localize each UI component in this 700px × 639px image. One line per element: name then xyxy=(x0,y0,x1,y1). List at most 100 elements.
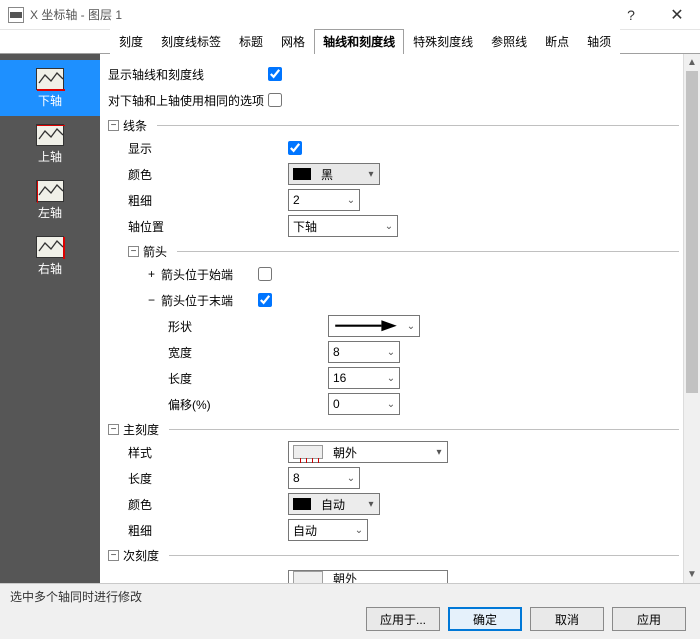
label-line-thickness: 粗细 xyxy=(128,192,288,209)
tab-line-ticks[interactable]: 轴线和刻度线 xyxy=(314,29,404,54)
label-arrow-length: 长度 xyxy=(168,370,328,387)
checkbox-show-axis-ticks[interactable] xyxy=(268,67,282,81)
scroll-thumb[interactable] xyxy=(686,71,698,393)
major-color-value: 自动 xyxy=(317,496,363,513)
label-arrow-end: 箭头位于末端 xyxy=(161,292,258,309)
axis-right-icon xyxy=(36,236,64,258)
vertical-scrollbar[interactable]: ▲ ▼ xyxy=(683,54,700,583)
label-major-thickness: 粗细 xyxy=(128,522,288,539)
label-arrow-offset: 偏移(%) xyxy=(168,396,328,413)
tab-reference-lines[interactable]: 参照线 xyxy=(482,29,536,54)
tab-title[interactable]: 标题 xyxy=(230,29,272,54)
content-panel: 显示轴线和刻度线 对下轴和上轴使用相同的选项 − 线条 显示 颜 xyxy=(100,54,683,583)
select-arrow-shape[interactable]: ⌄ xyxy=(328,315,420,337)
close-button[interactable]: ✕ xyxy=(654,0,700,30)
row-major-color: 颜色 自动 ▾ xyxy=(108,492,679,518)
window-title: X 坐标轴 - 图层 1 xyxy=(30,6,122,23)
select-arrow-width[interactable]: 8 ⌄ xyxy=(328,341,400,363)
sidebar-item-top-axis[interactable]: 上轴 xyxy=(0,116,100,172)
chevron-down-icon: ⌄ xyxy=(351,525,367,536)
dialog-footer: 选中多个轴同时进行修改 应用于... 确定 取消 应用 xyxy=(0,583,700,639)
label-line-position: 轴位置 xyxy=(128,218,288,235)
tab-rug[interactable]: 轴须 xyxy=(578,29,620,54)
row-arrow-offset: 偏移(%) 0 ⌄ xyxy=(108,392,679,418)
thickness-value: 2 xyxy=(289,193,343,207)
checkbox-arrow-end[interactable] xyxy=(258,293,272,307)
row-line-thickness: 粗细 2 ⌄ xyxy=(108,188,679,214)
chevron-down-icon: ⌄ xyxy=(343,473,359,484)
group-minor-ticks: − 次刻度 xyxy=(108,544,679,566)
row-line-show: 显示 xyxy=(108,136,679,162)
rule xyxy=(157,125,679,126)
sidebar-item-label: 下轴 xyxy=(38,92,62,109)
arrow-offset-value: 0 xyxy=(329,397,383,411)
collapse-arrow-icon[interactable]: − xyxy=(128,246,139,257)
checkbox-same-top-bottom[interactable] xyxy=(268,93,282,107)
row-minor-style-partial: 朝外 xyxy=(108,566,679,583)
apply-button[interactable]: 应用 xyxy=(612,607,686,631)
row-same-top-bottom: 对下轴和上轴使用相同的选项 xyxy=(108,88,679,114)
tab-special-ticks[interactable]: 特殊刻度线 xyxy=(404,29,482,54)
label-line-show: 显示 xyxy=(128,140,288,157)
apply-to-button[interactable]: 应用于... xyxy=(366,607,440,631)
collapse-minor-icon[interactable]: − xyxy=(108,550,119,561)
collapse-line-icon[interactable]: − xyxy=(108,120,119,131)
color-value: 黑 xyxy=(317,166,363,183)
help-button[interactable]: ? xyxy=(608,0,654,30)
label-arrow-start: 箭头位于始端 xyxy=(161,266,258,283)
select-major-color[interactable]: 自动 ▾ xyxy=(288,493,380,515)
label-arrow-width: 宽度 xyxy=(168,344,328,361)
sidebar-item-bottom-axis[interactable]: 下轴 xyxy=(0,60,100,116)
label-major-color: 颜色 xyxy=(128,496,288,513)
label-arrow-shape: 形状 xyxy=(168,318,328,335)
ok-button[interactable]: 确定 xyxy=(448,607,522,631)
tab-grid[interactable]: 网格 xyxy=(272,29,314,54)
chevron-down-icon: ⌄ xyxy=(383,347,399,358)
collapse-major-icon[interactable]: − xyxy=(108,424,119,435)
content-wrap: 显示轴线和刻度线 对下轴和上轴使用相同的选项 − 线条 显示 颜 xyxy=(100,54,700,583)
checkbox-arrow-start[interactable] xyxy=(258,267,272,281)
checkbox-line-show[interactable] xyxy=(288,141,302,155)
tab-tick-labels[interactable]: 刻度线标签 xyxy=(152,29,230,54)
scroll-track[interactable] xyxy=(684,71,700,566)
label-show-axis-ticks: 显示轴线和刻度线 xyxy=(108,66,268,83)
group-major-ticks: − 主刻度 xyxy=(108,418,679,440)
select-arrow-length[interactable]: 16 ⌄ xyxy=(328,367,400,389)
sidebar-item-right-axis[interactable]: 右轴 xyxy=(0,228,100,284)
sidebar-item-label: 上轴 xyxy=(38,148,62,165)
scroll-down-icon[interactable]: ▼ xyxy=(684,566,700,583)
tick-style-preview-icon xyxy=(293,445,323,459)
collapse-arrow-end-icon[interactable]: − xyxy=(148,293,155,307)
select-major-length[interactable]: 8 ⌄ xyxy=(288,467,360,489)
group-arrow-title: 箭头 xyxy=(143,243,167,260)
chevron-down-icon: ⌄ xyxy=(383,373,399,384)
tab-scale[interactable]: 刻度 xyxy=(110,29,152,54)
rule xyxy=(169,555,679,556)
cancel-button[interactable]: 取消 xyxy=(530,607,604,631)
arrow-shape-icon xyxy=(333,318,399,333)
label-major-length: 长度 xyxy=(128,470,288,487)
color-swatch-auto xyxy=(293,498,311,510)
row-arrow-shape: 形状 ⌄ xyxy=(108,314,679,340)
sidebar-item-left-axis[interactable]: 左轴 xyxy=(0,172,100,228)
dialog-window: X 坐标轴 - 图层 1 ? ✕ 刻度 刻度线标签 标题 网格 轴线和刻度线 特… xyxy=(0,0,700,639)
select-major-style[interactable]: 朝外 ▾ xyxy=(288,441,448,463)
row-arrow-length: 长度 16 ⌄ xyxy=(108,366,679,392)
axis-top-icon xyxy=(36,124,64,146)
tab-breaks[interactable]: 断点 xyxy=(536,29,578,54)
select-line-thickness[interactable]: 2 ⌄ xyxy=(288,189,360,211)
row-arrow-end: − 箭头位于末端 xyxy=(108,288,679,314)
label-line-color: 颜色 xyxy=(128,166,288,183)
expand-arrow-start-icon[interactable]: + xyxy=(148,267,155,281)
scroll-up-icon[interactable]: ▲ xyxy=(684,54,700,71)
select-major-thickness[interactable]: 自动 ⌄ xyxy=(288,519,368,541)
select-arrow-offset[interactable]: 0 ⌄ xyxy=(328,393,400,415)
select-minor-style[interactable]: 朝外 xyxy=(288,570,448,583)
chevron-down-icon: ⌄ xyxy=(381,221,397,232)
chevron-down-icon: ⌄ xyxy=(383,399,399,410)
select-line-color[interactable]: 黑 ▾ xyxy=(288,163,380,185)
select-line-position[interactable]: 下轴 ⌄ xyxy=(288,215,398,237)
row-show-axis-ticks: 显示轴线和刻度线 xyxy=(108,62,679,88)
rule xyxy=(177,251,679,252)
label-major-style: 样式 xyxy=(128,444,288,461)
